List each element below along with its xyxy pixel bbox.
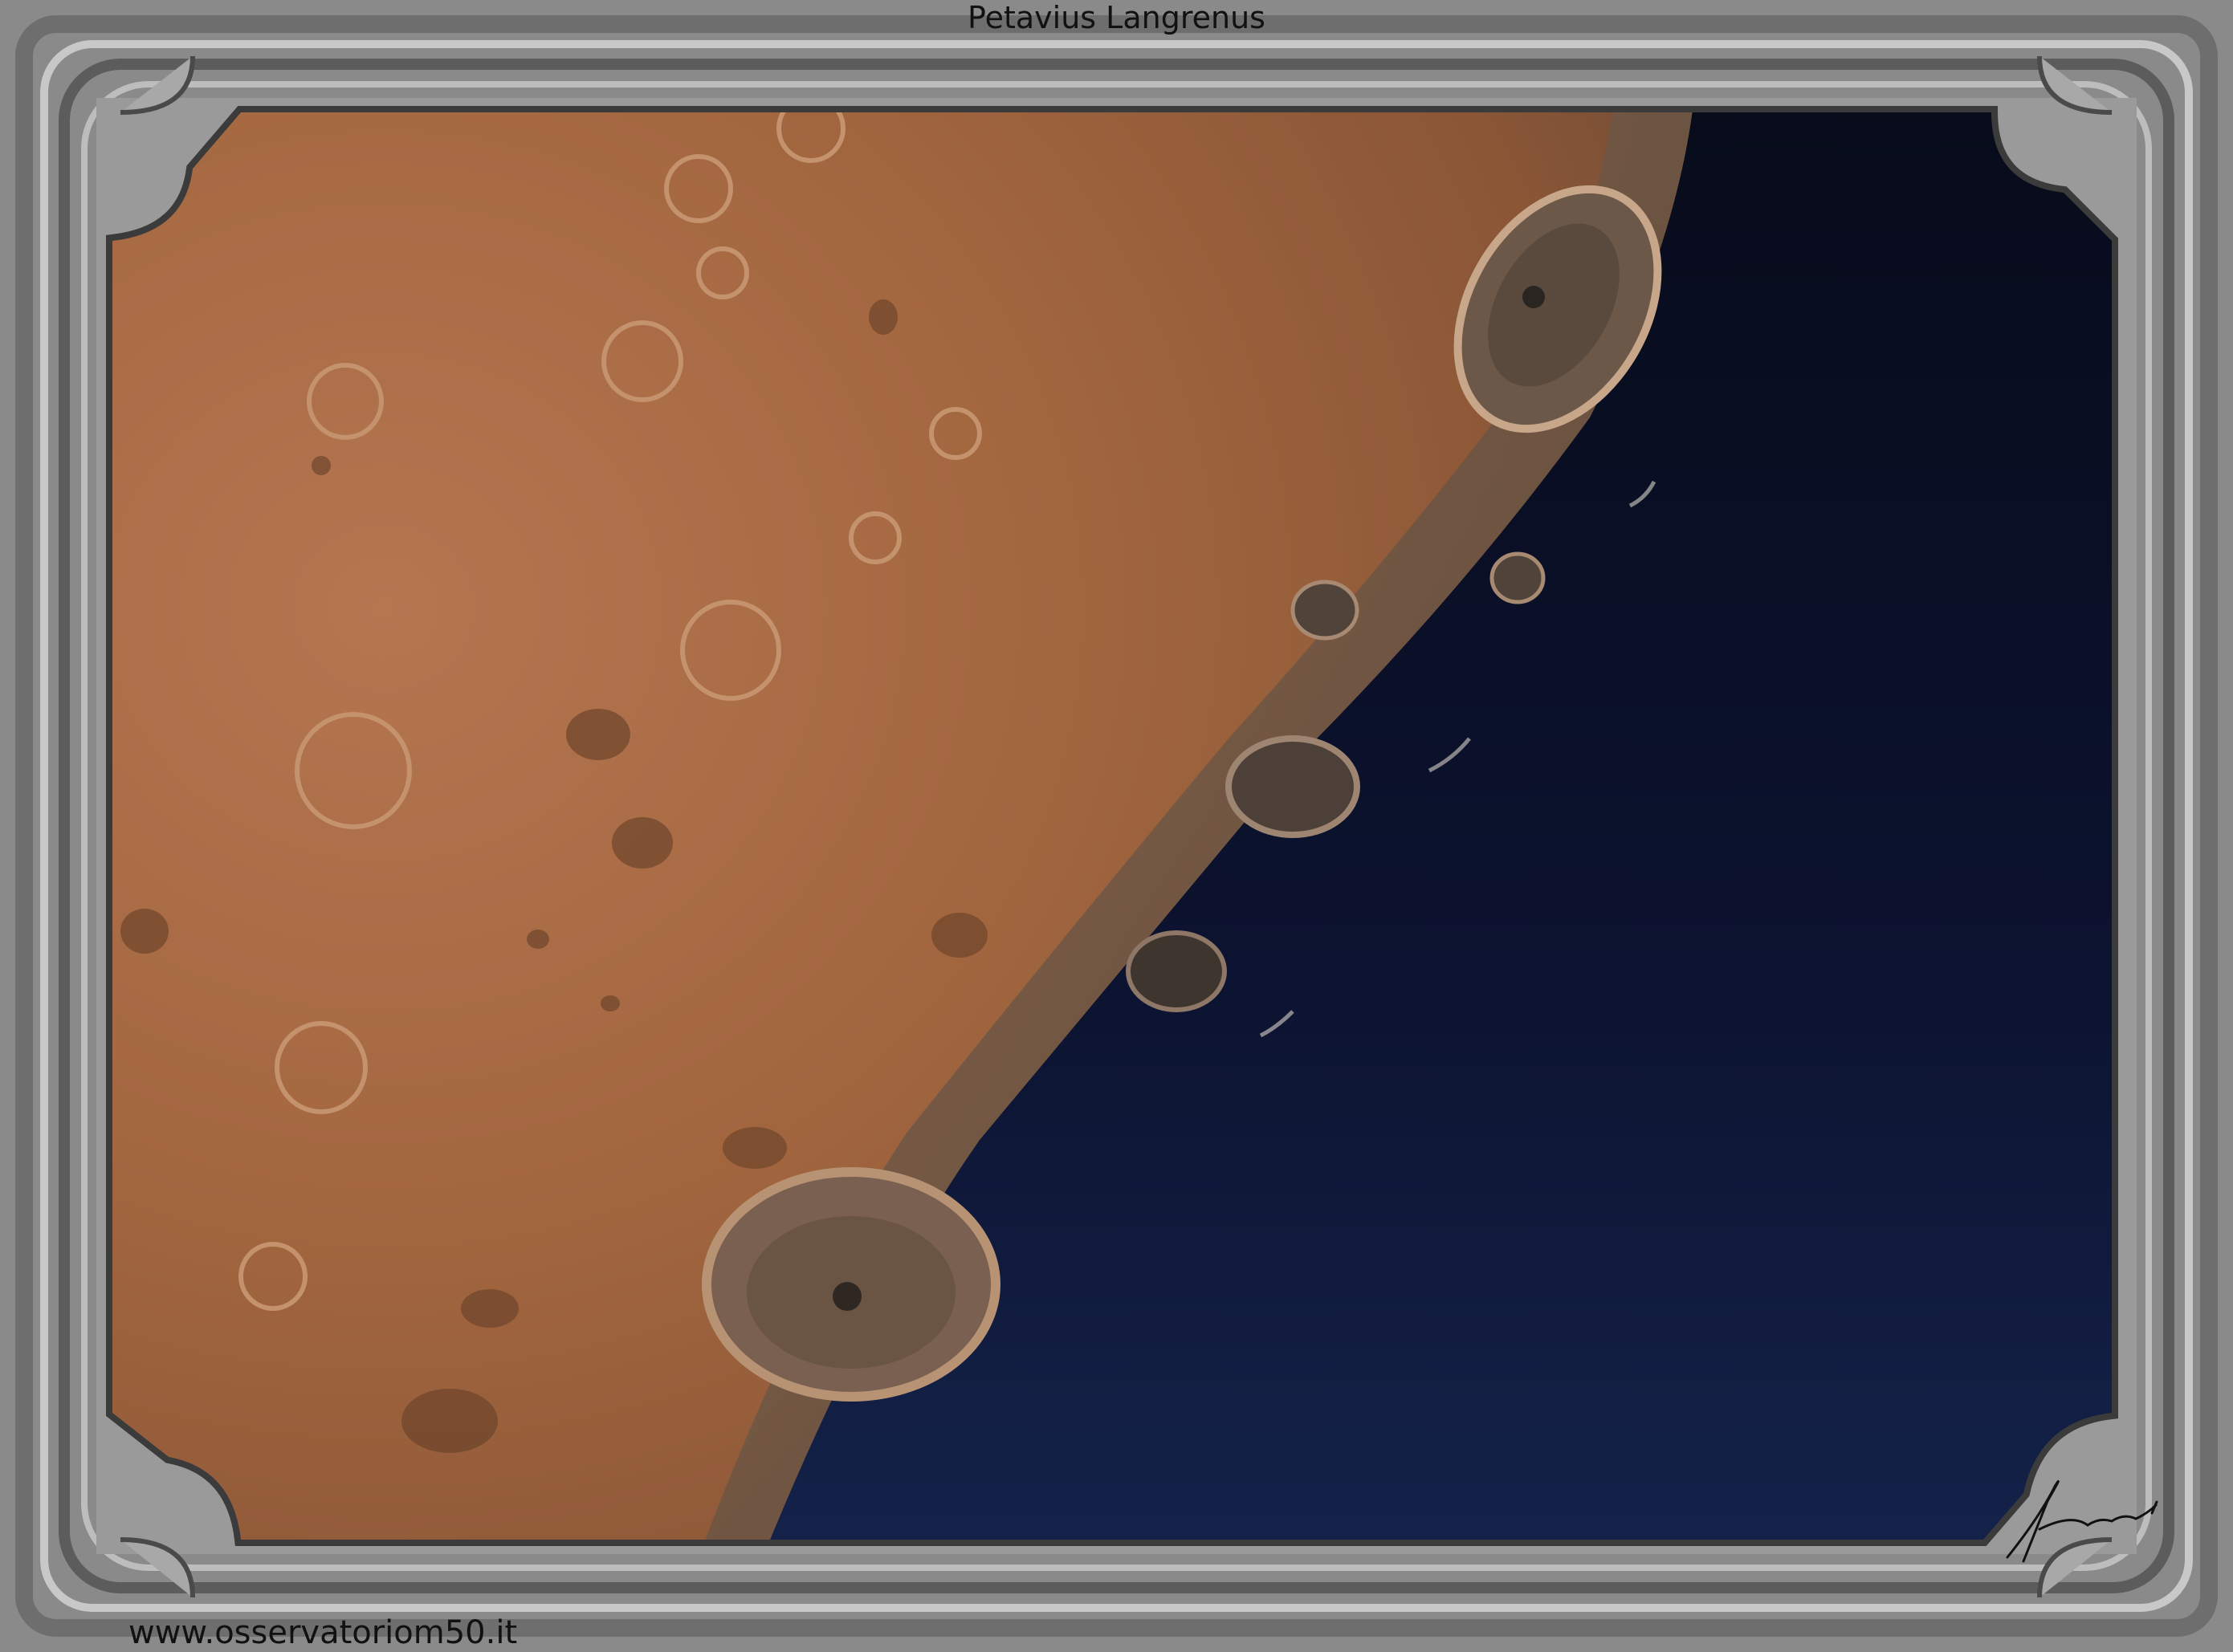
- website-url[interactable]: www.osservatoriom50.it: [128, 1613, 517, 1652]
- image-title: Petavius Langrenus: [968, 0, 1265, 35]
- moon-photo: [112, 112, 2112, 1540]
- photo-frame: [0, 0, 2233, 1652]
- signature: [2006, 1480, 2158, 1563]
